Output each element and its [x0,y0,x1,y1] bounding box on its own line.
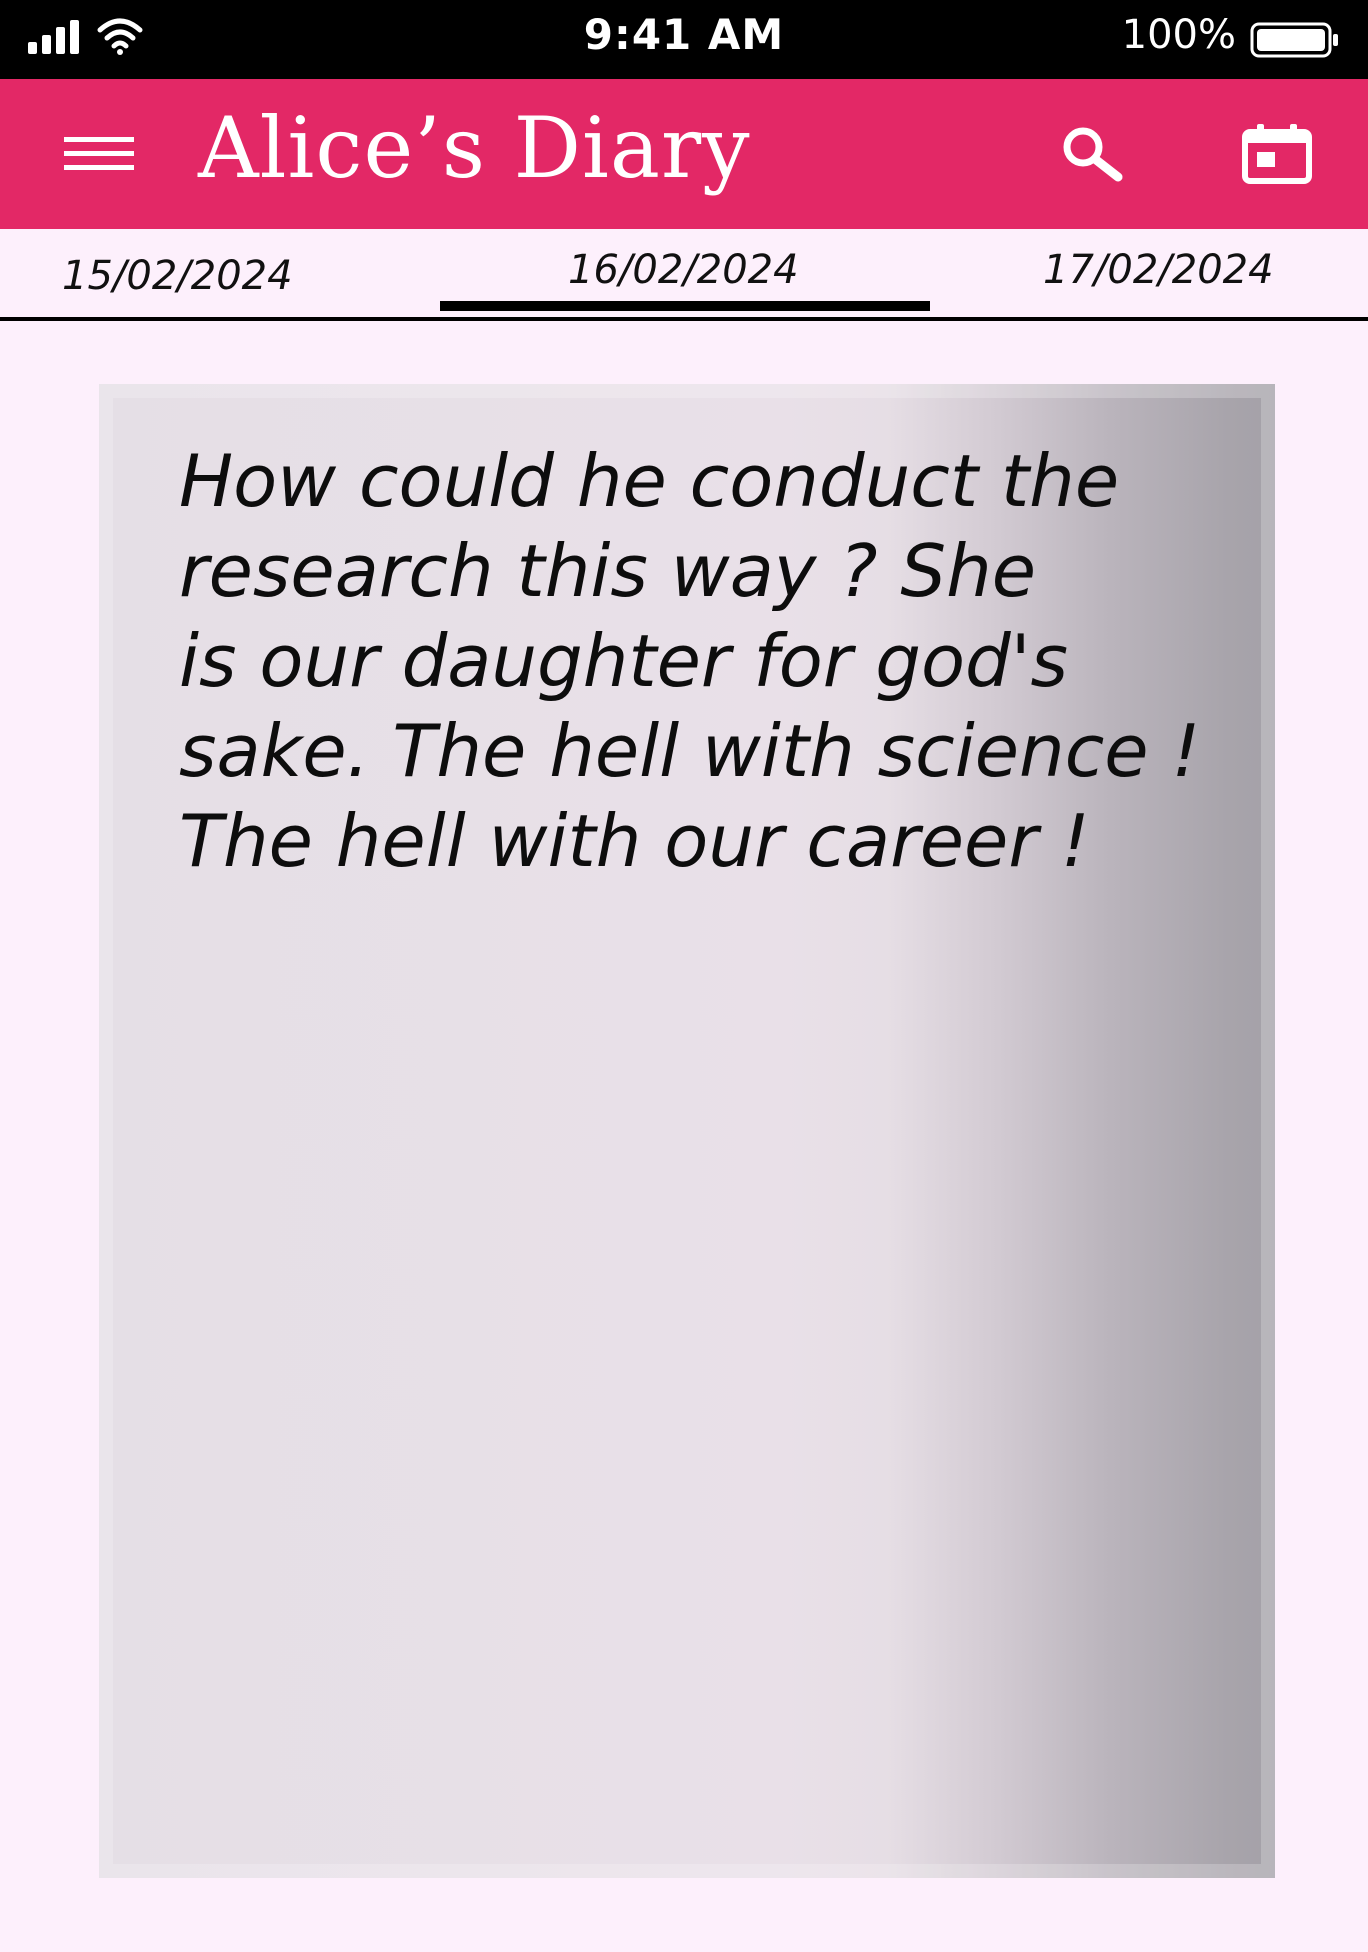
diary-page: How could he conduct the research this w… [99,384,1275,1878]
app-title: Alice’s Diary [198,99,751,197]
diary-entry-line: How could he conduct the [179,439,1120,523]
diary-entry-line: The hell with our career ! [179,799,1090,883]
tab-date-16-02-2024[interactable]: 16/02/2024 [568,247,799,293]
battery-percentage: 100% [1121,12,1236,58]
diary-entry-line: sake. The hell with science ! [179,709,1201,793]
diary-entry-text[interactable]: How could he conduct the research this w… [179,436,1239,886]
date-tabs: 15/02/2024 16/02/2024 17/02/2024 [0,229,1368,321]
selected-tab-indicator [440,301,930,311]
app-bar: Alice’s Diary [0,79,1368,229]
search-icon[interactable] [1058,123,1128,185]
calendar-icon[interactable] [1240,123,1314,185]
diary-entry-line: research this way ? She [179,529,1037,613]
status-bar: 9:41 AM 100% [0,0,1368,79]
battery-icon [1250,22,1338,58]
diary-entry-line: is our daughter for god's [179,619,1069,703]
tab-date-15-02-2024[interactable]: 15/02/2024 [62,253,293,299]
tab-date-17-02-2024[interactable]: 17/02/2024 [1043,247,1274,293]
menu-icon[interactable] [62,134,138,174]
